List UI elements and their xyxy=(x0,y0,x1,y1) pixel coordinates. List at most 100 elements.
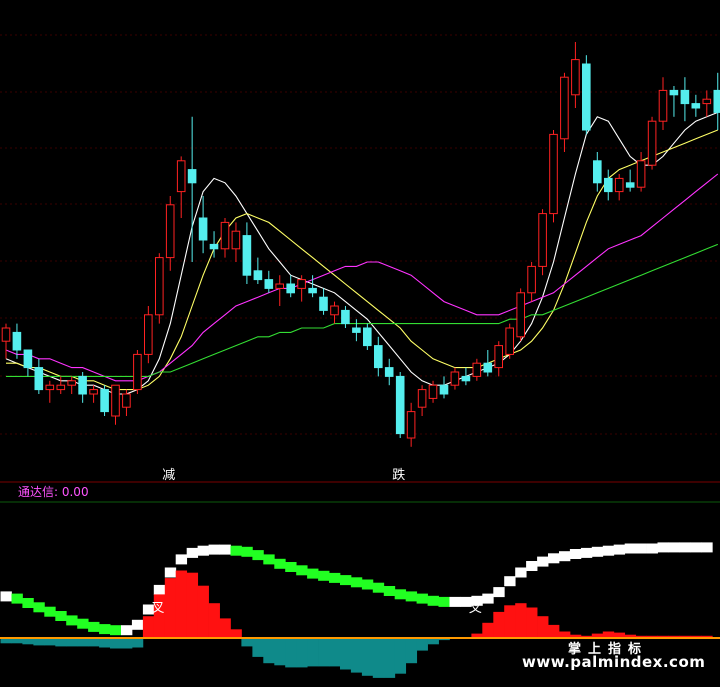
candle-49 xyxy=(538,209,547,276)
band-step-40 xyxy=(438,596,450,607)
candle-body xyxy=(647,120,657,166)
candle-40 xyxy=(439,376,449,399)
candle-body xyxy=(286,283,295,294)
candle-3 xyxy=(34,358,44,394)
band-step-16 xyxy=(175,554,188,565)
band-step-31 xyxy=(340,575,352,586)
band-step-53 xyxy=(580,547,593,558)
candle-body xyxy=(45,384,55,391)
hist-bar-45 xyxy=(493,611,505,638)
band-step-60 xyxy=(657,542,669,553)
band-step-21 xyxy=(230,545,242,556)
candle-body xyxy=(450,371,460,386)
candle-body xyxy=(363,327,372,347)
band-step-0 xyxy=(0,591,12,602)
hist-bar-48 xyxy=(526,607,538,638)
chart-canvas: 减 跌 叉 叉 xyxy=(0,34,720,678)
moving-average-layer xyxy=(5,111,719,395)
band-step-14 xyxy=(153,584,166,595)
candle-body xyxy=(549,133,558,215)
signal-label-1: 跌 xyxy=(392,467,405,483)
band-step-54 xyxy=(591,546,604,557)
candle-19 xyxy=(209,231,219,258)
candle-53 xyxy=(582,55,591,135)
band-step-1 xyxy=(11,593,23,604)
hist-bar-28 xyxy=(307,638,319,667)
candle-63 xyxy=(691,94,701,117)
candle-body xyxy=(34,367,44,391)
candle-57 xyxy=(625,169,635,192)
candle-body xyxy=(614,177,624,193)
candle-44 xyxy=(483,350,493,377)
band-step-32 xyxy=(350,577,363,588)
candle-body xyxy=(264,279,274,289)
band-step-23 xyxy=(252,550,264,561)
band-step-5 xyxy=(55,611,67,621)
hist-bar-12 xyxy=(131,638,144,648)
candle-30 xyxy=(330,301,339,324)
hist-bar-16 xyxy=(175,570,188,638)
candle-45 xyxy=(494,341,503,377)
grid-layer xyxy=(0,34,720,503)
band-step-44 xyxy=(482,593,494,604)
candle-body xyxy=(527,265,536,294)
hist-bar-3 xyxy=(33,638,45,646)
candle-body xyxy=(176,160,186,193)
band-step-61 xyxy=(668,542,680,553)
hist-bar-15 xyxy=(164,578,177,638)
candle-body xyxy=(23,349,33,369)
candle-body xyxy=(571,59,580,96)
candle-46 xyxy=(505,323,514,359)
cross-label-1: 叉 xyxy=(469,601,482,616)
band-step-47 xyxy=(515,567,527,578)
band-step-19 xyxy=(208,544,220,555)
band-step-49 xyxy=(537,556,549,567)
candle-14 xyxy=(155,253,164,324)
candle-62 xyxy=(680,77,690,122)
candle-56 xyxy=(614,174,624,201)
indicator-band-layer xyxy=(0,542,713,636)
band-step-46 xyxy=(504,576,516,587)
band-step-51 xyxy=(559,551,571,562)
candle-body xyxy=(658,89,668,122)
candle-body xyxy=(341,309,350,325)
band-step-48 xyxy=(526,561,538,571)
candle-body xyxy=(582,63,591,131)
candle-13 xyxy=(144,306,153,364)
candle-body xyxy=(352,327,361,333)
hist-bar-27 xyxy=(296,638,308,668)
band-step-50 xyxy=(548,553,560,564)
band-step-17 xyxy=(186,547,199,558)
band-step-35 xyxy=(383,586,396,596)
candle-body xyxy=(483,362,493,373)
hist-bar-35 xyxy=(383,638,396,678)
candle-52 xyxy=(571,42,580,108)
band-step-12 xyxy=(131,619,144,630)
signal-label-0: 减 xyxy=(162,468,175,483)
band-step-27 xyxy=(296,565,308,576)
band-step-34 xyxy=(372,582,385,593)
candle-body xyxy=(198,217,208,241)
hist-bar-26 xyxy=(285,638,297,668)
candle-body xyxy=(417,389,427,408)
band-step-38 xyxy=(416,593,428,604)
candle-body xyxy=(669,89,679,96)
hist-bar-50 xyxy=(548,624,560,638)
candle-24 xyxy=(264,270,274,293)
band-step-63 xyxy=(690,542,702,553)
candle-15 xyxy=(165,196,175,271)
candle-body xyxy=(56,384,66,391)
candle-body xyxy=(67,380,77,386)
candle-12 xyxy=(133,350,142,394)
candle-body xyxy=(319,296,328,311)
band-step-58 xyxy=(635,543,647,554)
band-step-52 xyxy=(569,549,582,559)
band-step-56 xyxy=(613,544,626,555)
candle-body xyxy=(133,353,142,391)
candle-21 xyxy=(231,222,241,262)
candle-43 xyxy=(472,358,482,381)
candle-body xyxy=(384,367,394,377)
candle-body xyxy=(297,279,306,289)
candle-body xyxy=(122,393,131,408)
cross-label-0: 叉 xyxy=(151,601,164,616)
